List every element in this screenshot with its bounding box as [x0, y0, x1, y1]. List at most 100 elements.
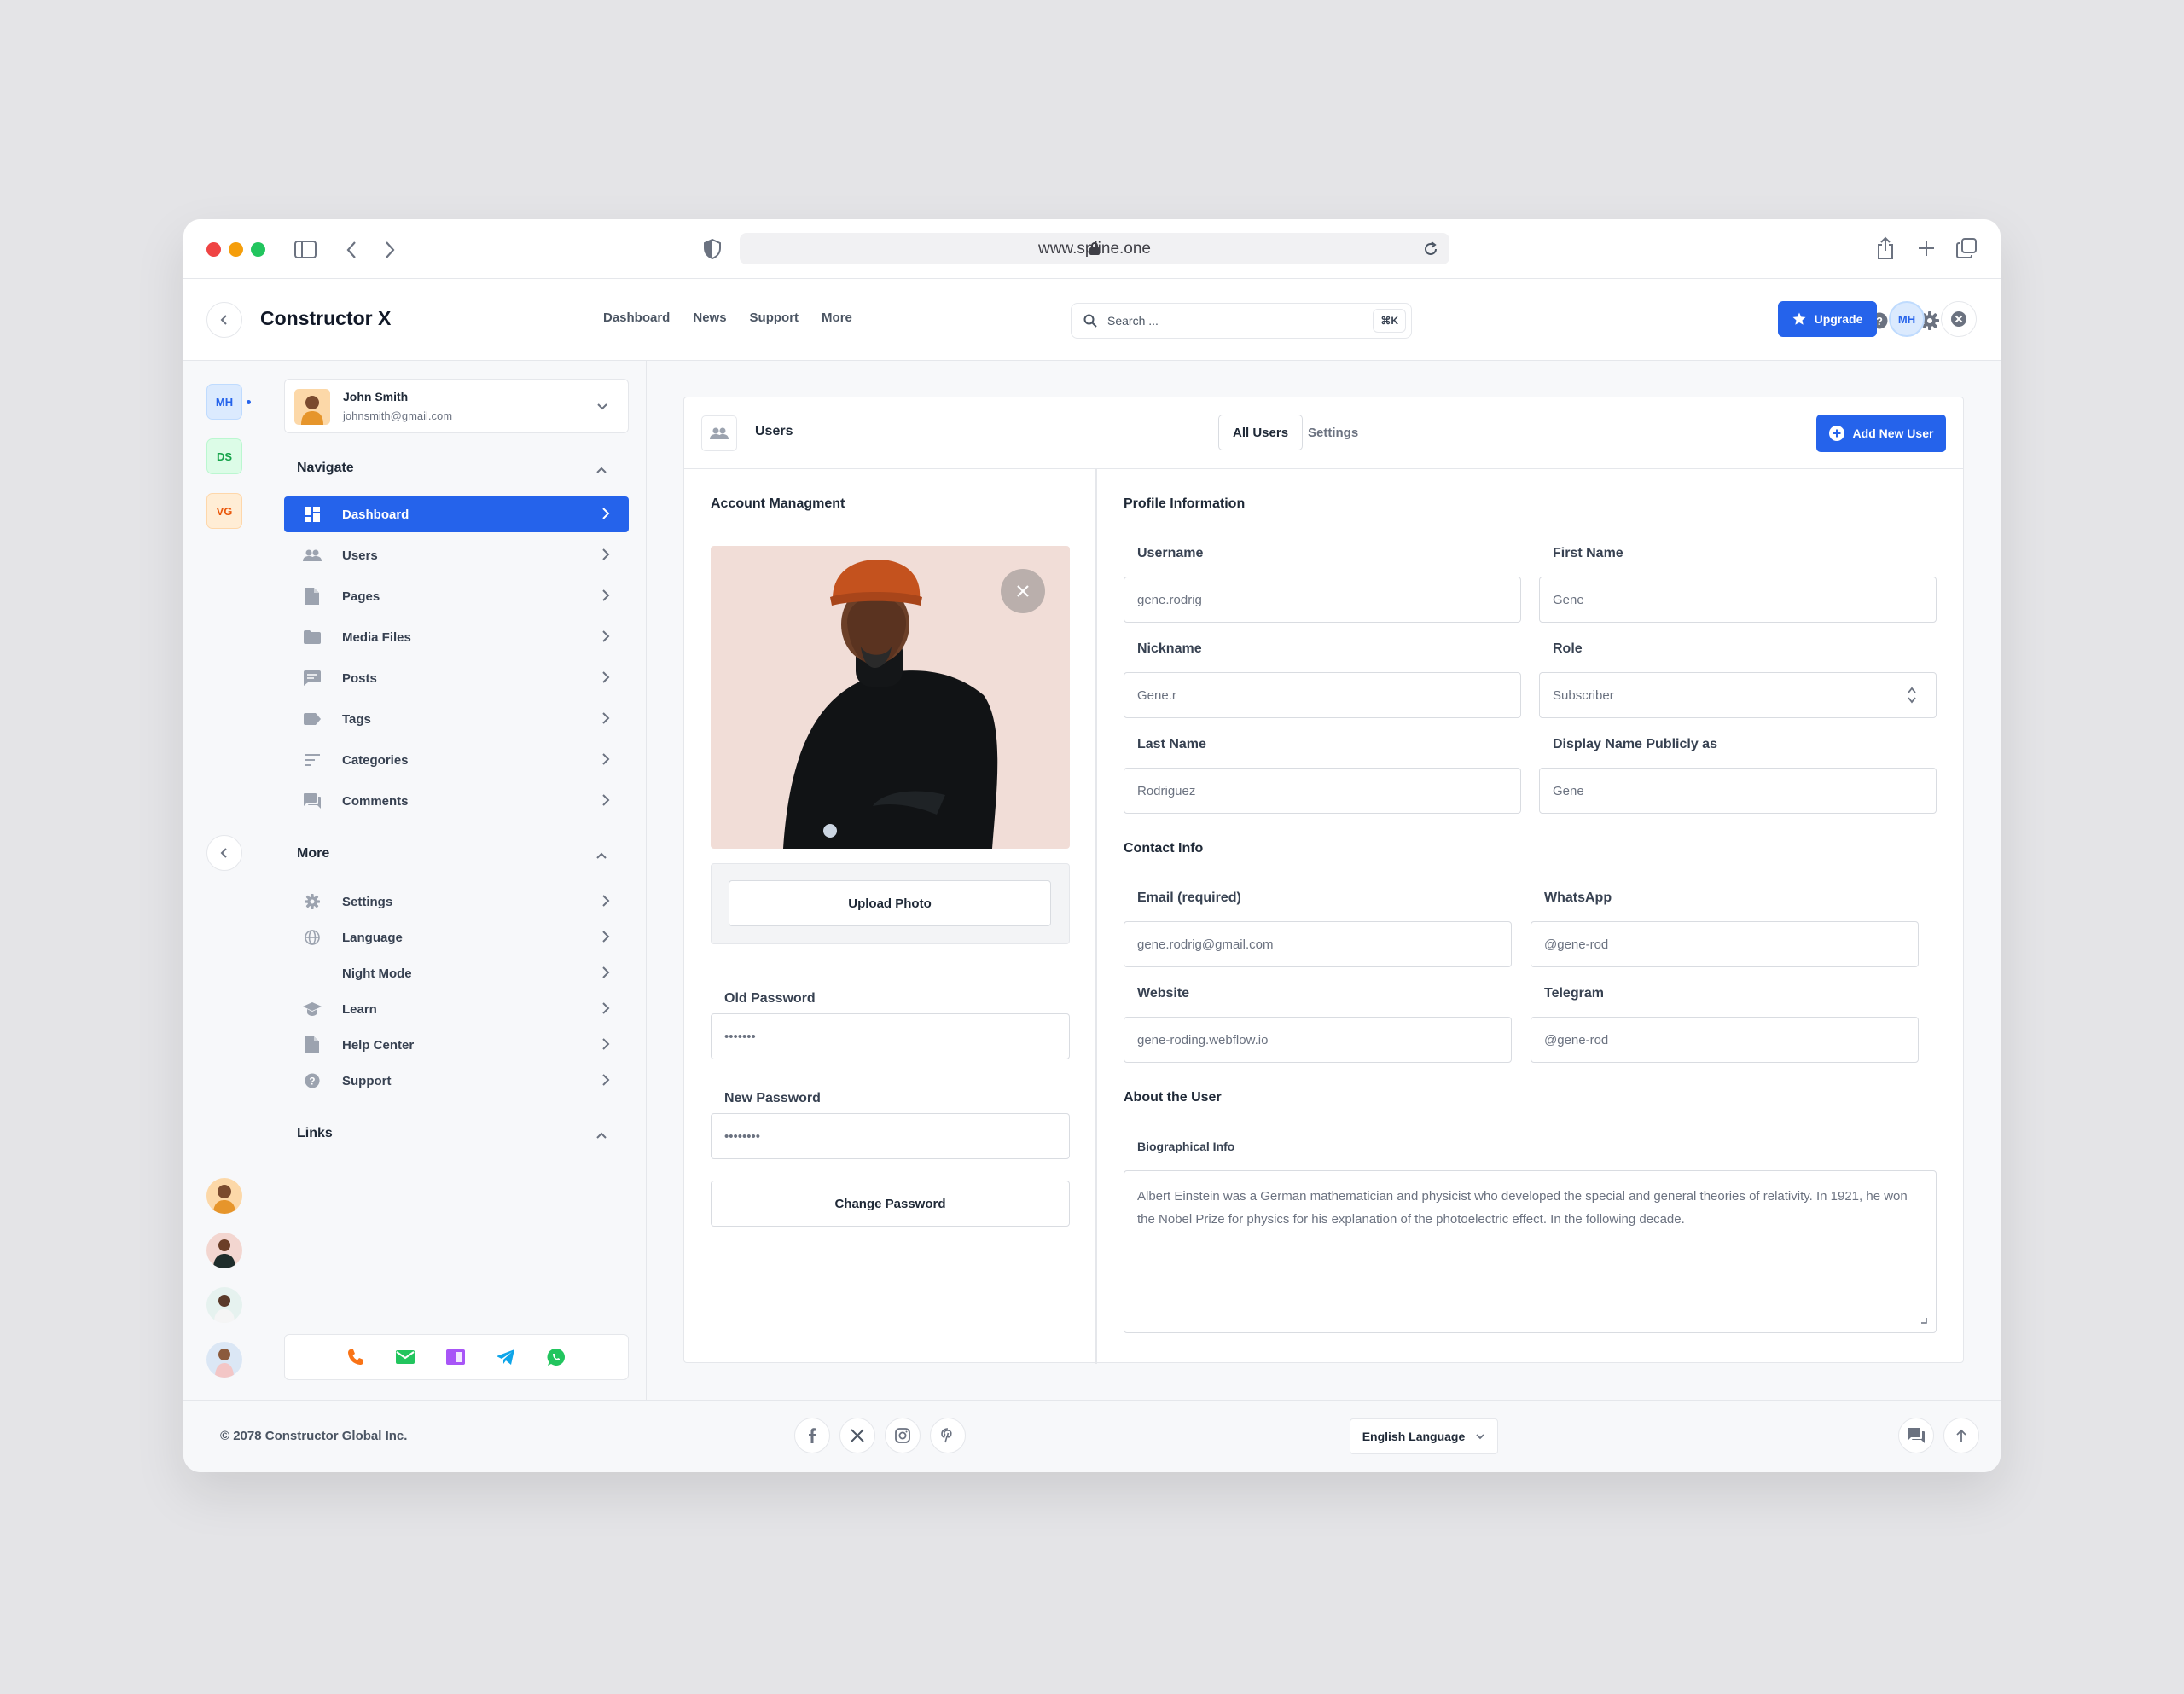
sidebar-item-support[interactable]: ? Support — [284, 1063, 629, 1099]
display-name-input[interactable]: Gene — [1539, 768, 1937, 814]
categories-icon — [303, 751, 322, 769]
language-select[interactable]: English Language — [1350, 1418, 1498, 1454]
chevron-up-icon[interactable] — [595, 466, 607, 474]
sidebar-item-learn[interactable]: Learn — [284, 991, 629, 1027]
role-value: Subscriber — [1553, 687, 1614, 703]
new-password-input[interactable]: •••••••• — [711, 1113, 1070, 1159]
sidebar-item-settings[interactable]: Settings — [284, 884, 629, 920]
remove-photo-button[interactable] — [1001, 569, 1045, 613]
upgrade-button[interactable]: Upgrade — [1778, 301, 1877, 337]
telegram-icon[interactable] — [497, 1349, 515, 1365]
team-avatar-3[interactable] — [206, 1287, 242, 1323]
address-bar[interactable]: www.spline.one — [740, 233, 1449, 264]
new-tab-icon[interactable] — [1918, 240, 1935, 257]
posts-icon — [303, 669, 322, 687]
users-icon — [710, 427, 729, 439]
book-icon[interactable] — [446, 1349, 465, 1365]
bio-label: Biographical Info — [1137, 1140, 1235, 1153]
sidebar-item-posts[interactable]: Posts — [284, 660, 629, 696]
chevron-down-icon — [1476, 1434, 1484, 1440]
search-input[interactable]: Search ... ⌘K — [1071, 303, 1412, 339]
workspace-vg[interactable]: VG — [206, 493, 242, 529]
sidebar-item-comments[interactable]: Comments — [284, 783, 629, 819]
sidebar-toggle-icon[interactable] — [294, 241, 317, 258]
tabs-overview-icon[interactable] — [1956, 238, 1977, 258]
email-input[interactable]: gene.rodrig@gmail.com — [1124, 921, 1512, 967]
workspace-mh[interactable]: MH — [206, 384, 242, 420]
tab-all-users[interactable]: All Users — [1218, 415, 1304, 450]
more-heading: More — [297, 846, 330, 861]
sidebar-item-label: Language — [342, 930, 403, 945]
rail-collapse-button[interactable] — [206, 835, 242, 871]
first-name-label: First Name — [1553, 546, 1623, 560]
workspace-rail: MH DS VG — [183, 361, 264, 1400]
phone-icon[interactable] — [347, 1349, 364, 1366]
chevron-right-icon — [602, 589, 610, 601]
topnav-news[interactable]: News — [693, 310, 726, 325]
nickname-input[interactable]: Gene.r — [1124, 672, 1521, 718]
sidebar-item-users[interactable]: Users — [284, 537, 629, 573]
reload-icon[interactable] — [1422, 241, 1439, 258]
team-avatar-1[interactable] — [206, 1178, 242, 1214]
sidebar-item-tags[interactable]: Tags — [284, 701, 629, 737]
workspace-ds[interactable]: DS — [206, 438, 242, 474]
back-icon[interactable] — [346, 241, 357, 259]
sidebar-item-language[interactable]: Language — [284, 920, 629, 955]
close-window-button[interactable] — [206, 242, 221, 257]
website-input[interactable]: gene-roding.webflow.io — [1124, 1017, 1512, 1063]
whatsapp-input[interactable]: @gene-rod — [1531, 921, 1919, 967]
sidebar-item-dashboard[interactable]: Dashboard — [284, 496, 629, 532]
role-select[interactable]: Subscriber — [1539, 672, 1937, 718]
add-new-user-button[interactable]: Add New User — [1816, 415, 1946, 452]
shield-icon[interactable] — [704, 239, 721, 259]
change-password-button[interactable]: Change Password — [711, 1181, 1070, 1227]
tab-settings[interactable]: Settings — [1294, 415, 1372, 450]
team-avatar-2[interactable] — [206, 1233, 242, 1268]
collapse-button[interactable] — [206, 302, 242, 338]
topnav-support[interactable]: Support — [750, 310, 799, 325]
upload-photo-button[interactable]: Upload Photo — [729, 880, 1051, 926]
forward-icon[interactable] — [384, 241, 396, 259]
sidebar-item-help-center[interactable]: Help Center — [284, 1027, 629, 1063]
close-button[interactable] — [1941, 301, 1977, 337]
telegram-input[interactable]: @gene-rod — [1531, 1017, 1919, 1063]
sidebar-item-pages[interactable]: Pages — [284, 578, 629, 614]
chevron-up-icon[interactable] — [595, 851, 607, 860]
about-heading: About the User — [1124, 1090, 1222, 1105]
users-icon — [303, 546, 322, 565]
search-placeholder: Search ... — [1107, 314, 1159, 328]
sidebar-item-categories[interactable]: Categories — [284, 742, 629, 778]
instagram-icon[interactable] — [885, 1418, 921, 1453]
user-email: johnsmith@gmail.com — [343, 409, 453, 422]
user-switcher[interactable]: John Smith johnsmith@gmail.com — [284, 379, 629, 433]
x-icon[interactable] — [839, 1418, 875, 1453]
maximize-window-button[interactable] — [251, 242, 265, 257]
old-password-label: Old Password — [724, 991, 816, 1006]
old-password-input[interactable]: ••••••• — [711, 1013, 1070, 1059]
mail-icon[interactable] — [396, 1350, 415, 1364]
username-input[interactable]: gene.rodrig — [1124, 577, 1521, 623]
sidebar-item-media-files[interactable]: Media Files — [284, 619, 629, 655]
user-avatar[interactable]: MH — [1889, 301, 1925, 337]
last-name-input[interactable]: Rodriguez — [1124, 768, 1521, 814]
sidebar-item-night-mode[interactable]: Night Mode — [284, 955, 629, 991]
first-name-input[interactable]: Gene — [1539, 577, 1937, 623]
topnav-dashboard[interactable]: Dashboard — [603, 310, 670, 325]
app-brand: Constructor X — [260, 307, 392, 329]
share-icon[interactable] — [1876, 236, 1895, 260]
chevron-right-icon — [602, 671, 610, 683]
topnav-more[interactable]: More — [822, 310, 852, 325]
folder-icon — [303, 628, 322, 647]
chevron-up-icon[interactable] — [595, 1131, 607, 1140]
app-footer: © 2078 Constructor Global Inc. English L… — [183, 1400, 2001, 1472]
bio-textarea[interactable]: Albert Einstein was a German mathematici… — [1124, 1170, 1937, 1333]
minimize-window-button[interactable] — [229, 242, 243, 257]
whatsapp-icon[interactable] — [547, 1348, 566, 1366]
resize-handle-icon[interactable] — [1920, 1317, 1927, 1324]
scroll-top-button[interactable] — [1943, 1418, 1979, 1453]
pinterest-icon[interactable] — [930, 1418, 966, 1453]
facebook-icon[interactable] — [794, 1418, 830, 1453]
chat-button[interactable] — [1898, 1418, 1934, 1453]
team-avatar-4[interactable] — [206, 1342, 242, 1378]
moon-icon — [303, 964, 322, 983]
